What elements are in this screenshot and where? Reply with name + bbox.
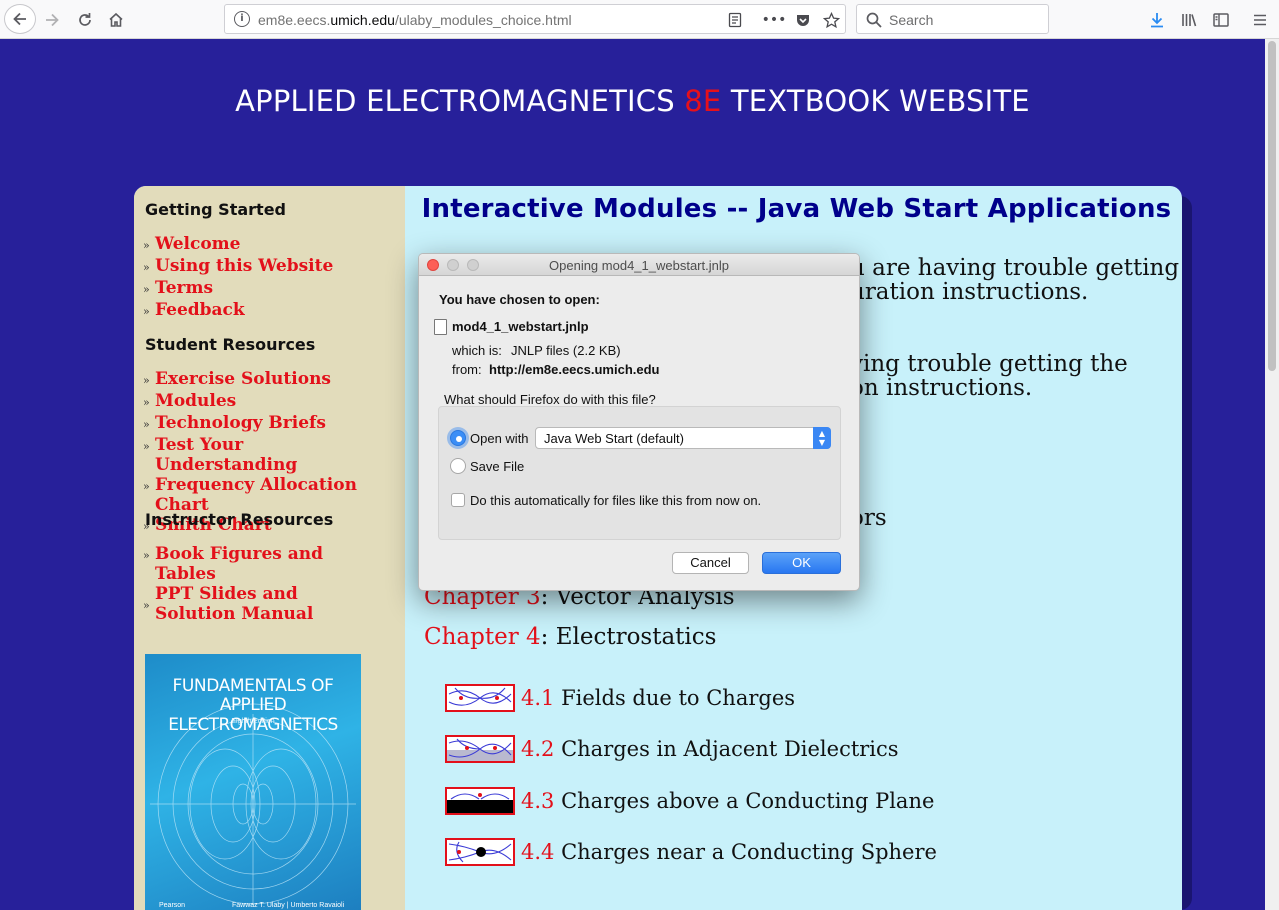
module-4-1-thumbnail[interactable] bbox=[445, 684, 515, 712]
partial-text-2: uration instructions. bbox=[850, 279, 1089, 305]
arrow-right-icon bbox=[46, 13, 59, 27]
module-4-2-row: 4.2 Charges in Adjacent Dielectrics bbox=[445, 734, 899, 764]
open-with-label[interactable]: Open with bbox=[470, 431, 529, 446]
more-actions-icon[interactable]: ••• bbox=[762, 9, 787, 31]
module-4-1-row: 4.1 Fields due to Charges bbox=[445, 683, 795, 713]
module-4-1-text: 4.1 Fields due to Charges bbox=[521, 686, 796, 710]
partial-text-1: u are having trouble getting bbox=[850, 255, 1180, 281]
book-authors: Fawwaz T. Ulaby | Umberto Ravaioli bbox=[232, 902, 345, 909]
book-publisher: Pearson bbox=[159, 902, 186, 909]
application-select[interactable]: Java Web Start (default) ▲ ▼ bbox=[535, 427, 831, 449]
info-icon[interactable]: i bbox=[234, 11, 250, 27]
sidebar-item-test-understanding[interactable]: » Test Your Understanding bbox=[143, 435, 385, 475]
scrollbar-thumb[interactable] bbox=[1268, 41, 1276, 371]
chapter-4-row: Chapter 4: Electrostatics bbox=[424, 624, 717, 650]
reload-button[interactable] bbox=[71, 6, 99, 34]
auto-action-checkbox[interactable] bbox=[451, 493, 465, 507]
url-text[interactable]: em8e.eecs.umich.edu/ulaby_modules_choice… bbox=[258, 12, 572, 28]
sidebar-item-modules[interactable]: » Modules bbox=[143, 391, 385, 413]
menu-button[interactable] bbox=[1246, 6, 1274, 34]
open-with-radio[interactable] bbox=[450, 430, 466, 446]
module-4-3-thumbnail[interactable] bbox=[445, 787, 515, 815]
from-label: from: bbox=[452, 362, 482, 377]
sidebar: Getting Started » Welcome » Using this Web… bbox=[134, 186, 405, 910]
home-button[interactable] bbox=[102, 6, 130, 34]
bookmark-star-icon[interactable] bbox=[820, 9, 842, 31]
which-is-label: which is: bbox=[452, 343, 502, 358]
open-file-dialog: Opening mod4_1_webstart.jnlp You have ch… bbox=[418, 253, 860, 591]
module-4-4-link[interactable]: 4.4 bbox=[521, 840, 554, 864]
chapter-4-link[interactable]: Chapter 4 bbox=[424, 624, 541, 650]
sidebar-heading-instructor-resources: Instructor Resources bbox=[145, 510, 334, 529]
partial-text-3: ving trouble getting the bbox=[850, 351, 1128, 377]
dialog-titlebar[interactable]: Opening mod4_1_webstart.jnlp bbox=[419, 254, 859, 276]
reload-icon bbox=[79, 13, 91, 26]
back-button[interactable] bbox=[4, 4, 36, 34]
site-title: APPLIED ELECTROMAGNETICS 8E TEXTBOOK WEB… bbox=[235, 84, 1030, 118]
sidebar-item-feedback[interactable]: » Feedback bbox=[143, 300, 385, 322]
sidebar-item-frequency-chart[interactable]: » Frequency Allocation Chart bbox=[143, 475, 385, 515]
sidebar-heading-getting-started: Getting Started bbox=[145, 200, 286, 219]
url-bar[interactable]: i em8e.eecs.umich.edu/ulaby_modules_choi… bbox=[224, 4, 846, 34]
sidebar-list-instructor-resources: » Book Figures and Tables » PPT Slides and… bbox=[143, 544, 385, 624]
sidebar-toggle-button[interactable] bbox=[1207, 6, 1235, 34]
search-input[interactable]: Search bbox=[889, 12, 933, 28]
pocket-icon[interactable] bbox=[792, 9, 814, 31]
module-4-4-text: 4.4 Charges near a Conducting Sphere bbox=[521, 840, 937, 864]
page-scrollbar[interactable] bbox=[1265, 39, 1279, 910]
arrow-left-icon bbox=[13, 12, 26, 26]
save-file-label[interactable]: Save File bbox=[470, 459, 524, 474]
sidebar-item-using-website[interactable]: » Using this Website bbox=[143, 256, 385, 278]
library-icon bbox=[1182, 14, 1197, 27]
search-bar[interactable]: Search bbox=[856, 4, 1049, 34]
download-icon bbox=[1151, 13, 1163, 28]
hamburger-menu-icon bbox=[1254, 14, 1266, 26]
module-4-2-link[interactable]: 4.2 bbox=[521, 737, 554, 761]
module-4-4-thumbnail[interactable] bbox=[445, 838, 515, 866]
sidebar-list-getting-started: » Welcome » Using this Website » Terms » Fee… bbox=[143, 234, 385, 322]
sidebar-item-book-figures[interactable]: » Book Figures and Tables bbox=[143, 544, 385, 584]
module-4-3-link[interactable]: 4.3 bbox=[521, 789, 554, 813]
module-4-2-text: 4.2 Charges in Adjacent Dielectrics bbox=[521, 737, 899, 761]
forward-button[interactable] bbox=[38, 6, 66, 34]
reader-view-icon[interactable] bbox=[724, 9, 746, 31]
module-4-3-row: 4.3 Charges above a Conducting Plane bbox=[445, 786, 934, 816]
book-title-line1: FUNDAMENTALS OF bbox=[172, 676, 334, 696]
sidebar-item-terms[interactable]: » Terms bbox=[143, 278, 385, 300]
source-url: http://em8e.eecs.umich.edu bbox=[489, 362, 660, 377]
auto-action-label[interactable]: Do this automatically for files like thi… bbox=[470, 493, 761, 508]
sidebar-heading-student-resources: Student Resources bbox=[145, 335, 316, 354]
sidebar-icon bbox=[1213, 13, 1229, 27]
module-4-3-text: 4.3 Charges above a Conducting Plane bbox=[521, 789, 935, 813]
search-icon bbox=[866, 12, 882, 28]
sidebar-item-exercise-solutions[interactable]: » Exercise Solutions bbox=[143, 369, 385, 391]
sidebar-item-ppt-slides[interactable]: » PPT Slides and Solution Manual bbox=[143, 584, 385, 624]
book-title-line2: APPLIED ELECTROMAGNETICS bbox=[168, 695, 338, 735]
dialog-title: Opening mod4_1_webstart.jnlp bbox=[549, 258, 729, 273]
book-cover[interactable]: FUNDAMENTALS OF APPLIED ELECTROMAGNETICS… bbox=[145, 654, 361, 910]
ok-button[interactable]: OK bbox=[762, 552, 841, 574]
module-4-2-thumbnail[interactable] bbox=[445, 735, 515, 763]
chosen-to-open-label: You have chosen to open: bbox=[439, 292, 600, 307]
chevron-up-down-icon: ▲ ▼ bbox=[813, 427, 831, 449]
sidebar-item-technology-briefs[interactable]: » Technology Briefs bbox=[143, 413, 385, 435]
file-name: mod4_1_webstart.jnlp bbox=[452, 319, 589, 334]
module-4-1-link[interactable]: 4.1 bbox=[521, 686, 554, 710]
partial-text-4: on instructions. bbox=[850, 375, 1033, 401]
module-4-4-row: 4.4 Charges near a Conducting Sphere bbox=[445, 837, 937, 867]
page-title: Interactive Modules -- Java Web Start Ap… bbox=[421, 194, 1172, 224]
library-button[interactable] bbox=[1175, 6, 1203, 34]
browser-toolbar: i em8e.eecs.umich.edu/ulaby_modules_choi… bbox=[0, 0, 1279, 39]
cancel-button[interactable]: Cancel bbox=[672, 552, 749, 574]
file-icon bbox=[434, 319, 447, 335]
question-label: What should Firefox do with this file? bbox=[444, 392, 656, 407]
file-type-value: JNLP files (2.2 KB) bbox=[511, 343, 621, 358]
home-icon bbox=[109, 12, 123, 27]
save-file-radio[interactable] bbox=[450, 458, 466, 474]
downloads-button[interactable] bbox=[1143, 6, 1171, 34]
book-edition: Eighth Edition bbox=[231, 718, 275, 725]
sidebar-item-welcome[interactable]: » Welcome bbox=[143, 234, 385, 256]
